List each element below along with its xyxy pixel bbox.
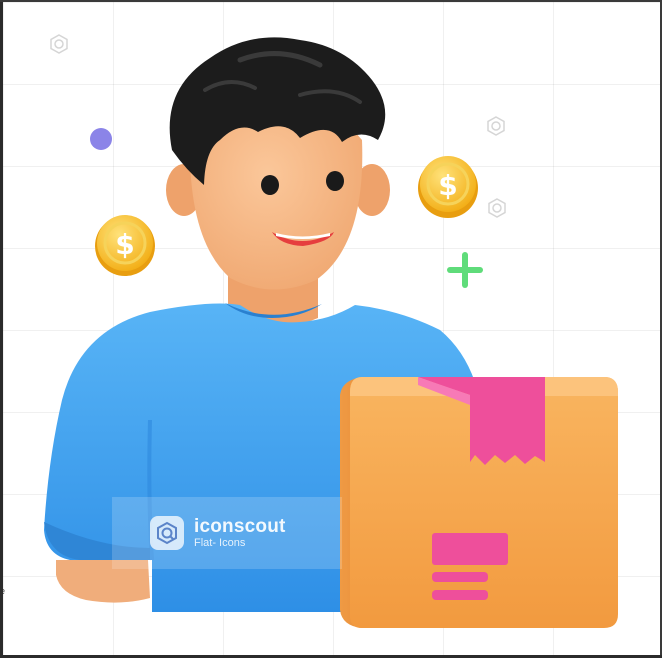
coin-icon: $	[418, 156, 478, 218]
coin-icon: $	[95, 215, 155, 276]
iconscout-watermark: iconscout Flat- Icons	[112, 497, 342, 569]
watermark-brand: iconscout	[194, 515, 286, 537]
watermark-subtitle: Flat- Icons	[194, 537, 246, 550]
svg-text:$: $	[438, 169, 457, 202]
watermark-logo-icon	[49, 34, 69, 54]
frame-edge-left	[0, 0, 3, 658]
watermark-logo-icon	[486, 116, 506, 136]
frame-edge-top	[0, 0, 662, 2]
watermark-logo-icon	[487, 198, 507, 218]
watermark-logo-icon	[150, 516, 184, 550]
svg-text:$: $	[115, 228, 134, 261]
dot-icon	[90, 128, 112, 150]
sparkle-icon	[447, 252, 483, 288]
illustration-canvas: $ $ iconscout Flat- Icons	[0, 0, 662, 658]
